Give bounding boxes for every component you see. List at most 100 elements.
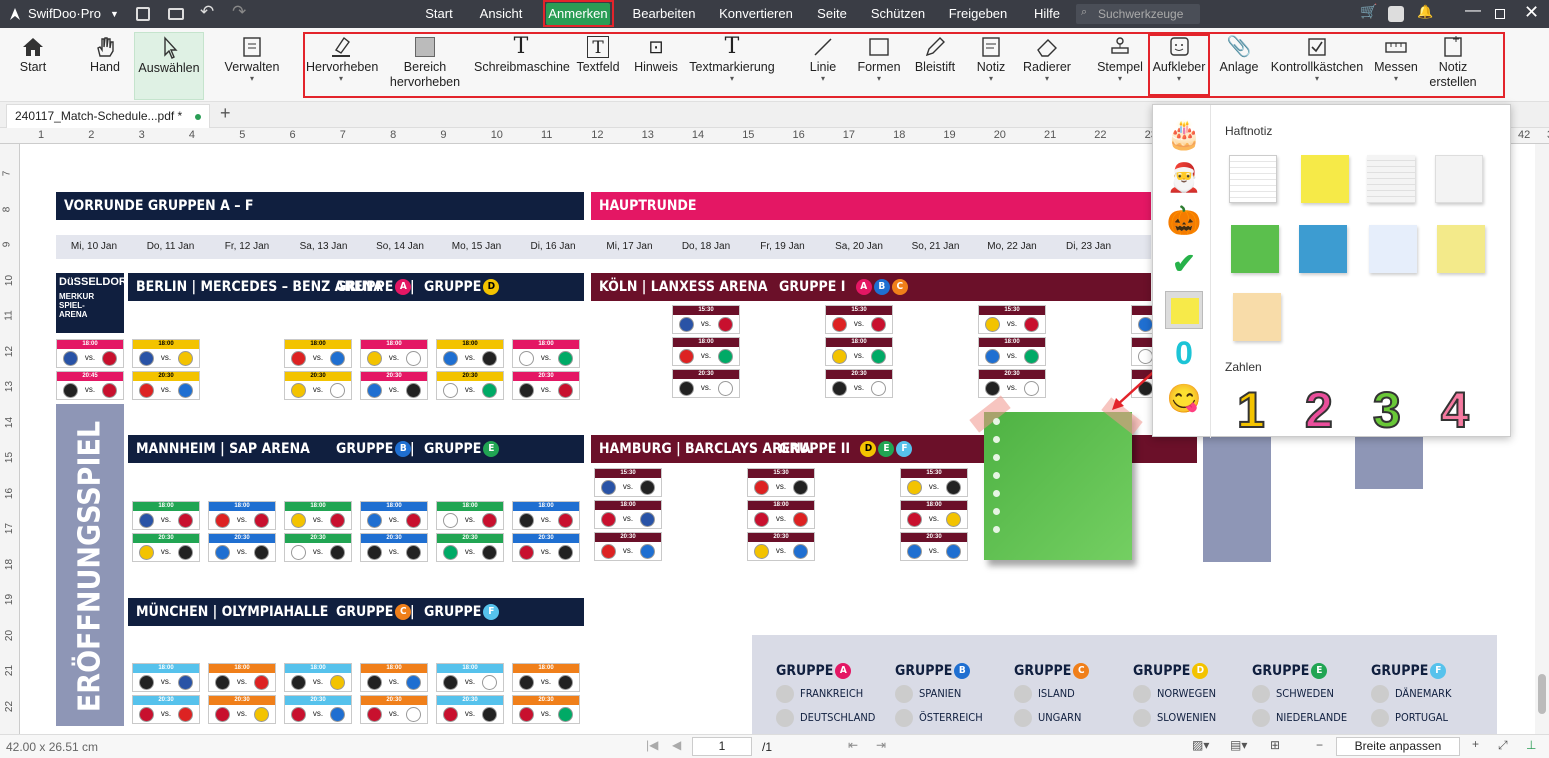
select-button[interactable]: Auswählen [134,32,204,100]
pumpkin-sticker-icon[interactable]: 🎃 [1166,203,1202,239]
match-card: 18:00vs. [512,663,580,692]
vertical-scrollbar[interactable] [1535,144,1549,734]
prev-view-icon[interactable]: ⇤ [848,738,858,752]
menu-help[interactable]: Hilfe [1028,0,1066,28]
flag-icon [254,707,269,722]
match-time: 15:30 [595,469,661,478]
number-zero-sticker-icon[interactable]: 0 [1166,335,1202,371]
cart-icon[interactable]: 🛒 [1360,3,1377,20]
menu-convert[interactable]: Konvertieren [716,0,796,28]
match-card: 20:30vs. [436,695,504,724]
line-button[interactable]: Linie ▾ [800,34,846,98]
textbox-button[interactable]: T Textfeld [574,34,622,98]
flag-icon [558,675,573,690]
manage-button[interactable]: Verwalten ▾ [222,34,282,98]
typewriter-button[interactable]: T Schreibmaschine [474,34,570,98]
sticky-note-yellow-pins[interactable] [1437,225,1485,273]
mannheim-header: MANNHEIM | SAP ARENA GRUPPE B | GRUPPE E [128,435,584,463]
ruler-number: 13 [641,129,654,141]
sticky-note-lightblue-pin[interactable] [1369,225,1417,273]
shapes-button[interactable]: Formen ▾ [854,34,904,98]
start-button[interactable]: Start [8,34,58,98]
number-four-sticker[interactable]: 4 [1440,381,1470,439]
page-number-input[interactable]: 1 [692,737,752,756]
sticky-note-beige[interactable] [1233,293,1281,341]
user-avatar-icon[interactable] [1388,6,1404,22]
zoom-out-button[interactable]: − [1316,738,1323,752]
note-icon [982,37,1000,57]
match-time: 20:30 [285,534,351,543]
maximize-icon[interactable] [1495,9,1505,19]
match-time: 18:00 [826,338,892,347]
area-highlight-button[interactable]: Bereich hervorheben [386,34,464,98]
ruler-number: 20 [993,129,1006,141]
sticky-note-blue[interactable] [1299,225,1347,273]
menu-start[interactable]: Start [420,0,458,28]
zoom-select[interactable]: Breite anpassen [1336,737,1460,756]
first-page-icon[interactable]: |◀ [646,738,658,752]
ruler-number: 42 [1518,129,1531,141]
stamp-button[interactable]: Stempel ▾ [1094,34,1146,98]
next-view-icon[interactable]: ⇥ [876,738,886,752]
ruler-number: 19 [943,129,956,141]
attachment-button[interactable]: 📎 Anlage [1214,34,1264,98]
ruler-number: 5 [239,129,246,141]
textmark-button[interactable]: T Textmarkierung ▾ [686,34,778,98]
flag-icon [895,709,913,727]
checkbox-button[interactable]: Kontrollkästchen ▾ [1270,34,1364,98]
undo-icon[interactable]: ↶ [200,2,214,22]
page-layout-icon[interactable]: ▤▾ [1230,738,1247,752]
document-tab[interactable]: 240117_Match-Schedule...pdf * [6,104,210,128]
number-one-sticker[interactable]: 1 [1236,381,1266,439]
binder-hole [993,418,1000,425]
sticky-note-green[interactable] [1231,225,1279,273]
sticky-note-category-icon[interactable] [1165,291,1203,329]
santa-sticker-icon[interactable]: 🎅 [1166,160,1202,196]
number-two-sticker[interactable]: 2 [1304,381,1334,439]
pencil-button[interactable]: Bleistift [910,34,960,98]
close-icon[interactable]: ✕ [1524,2,1539,23]
note-button[interactable]: Notiz ▾ [968,34,1014,98]
menu-protect[interactable]: Schützen [868,0,928,28]
number-three-sticker[interactable]: 3 [1372,381,1402,439]
zoom-in-button[interactable]: + [1472,737,1479,751]
print-icon[interactable] [168,8,184,20]
sticky-note-lined-white[interactable] [1229,155,1277,203]
vruler-number: 22 [4,700,16,712]
search-tools-box[interactable]: ⌕ Suchwerkzeuge [1076,4,1200,24]
add-tab-button[interactable]: + [220,103,231,124]
measure-button[interactable]: Messen ▾ [1372,34,1420,98]
sticky-note-white-clip[interactable] [1435,155,1483,203]
menu-view[interactable]: Ansicht [475,0,527,28]
flag-icon [871,381,886,396]
minimize-icon[interactable]: — [1465,2,1481,20]
hand-button[interactable]: Hand [80,34,130,98]
fit-page-icon[interactable]: ⊞ [1270,738,1280,752]
menu-share[interactable]: Freigeben [946,0,1010,28]
eraser-button[interactable]: Radierer ▾ [1020,34,1074,98]
flag-icon [1133,709,1151,727]
highlight-button[interactable]: Hervorheben ▾ [306,34,378,98]
scroll-thumb[interactable] [1538,674,1546,714]
save-icon[interactable] [136,7,150,21]
hand-icon [97,37,114,57]
fullscreen-icon[interactable]: ⤢ [1498,738,1508,753]
pin-icon[interactable]: ⊥ [1526,738,1536,752]
notification-bell-icon[interactable]: 🔔 [1417,4,1433,20]
sticky-note-lined-grey[interactable] [1367,155,1415,203]
callout-button[interactable]: ⊡ Hinweis [630,34,682,98]
menu-edit[interactable]: Bearbeiten [630,0,698,28]
sticky-note-yellow-blue-clip[interactable] [1301,155,1349,203]
cake-sticker-icon[interactable]: 🎂 [1166,117,1202,153]
flag-icon [178,351,193,366]
match-card: 18:00vs. [56,339,124,368]
app-menu-chevron-icon[interactable]: ▼ [110,0,119,28]
placed-sticky-note[interactable] [969,395,1143,560]
display-mode-icon[interactable]: ▨▾ [1192,738,1209,752]
prev-page-icon[interactable]: ◀ [672,738,681,752]
menu-page[interactable]: Seite [812,0,852,28]
create-note-button[interactable]: Notiz erstellen [1428,34,1478,98]
redo-icon[interactable]: ↷ [232,2,246,22]
checkmark-sticker-icon[interactable]: ✔ [1166,246,1202,282]
smiley-sticker-icon[interactable]: 😋 [1166,381,1202,417]
